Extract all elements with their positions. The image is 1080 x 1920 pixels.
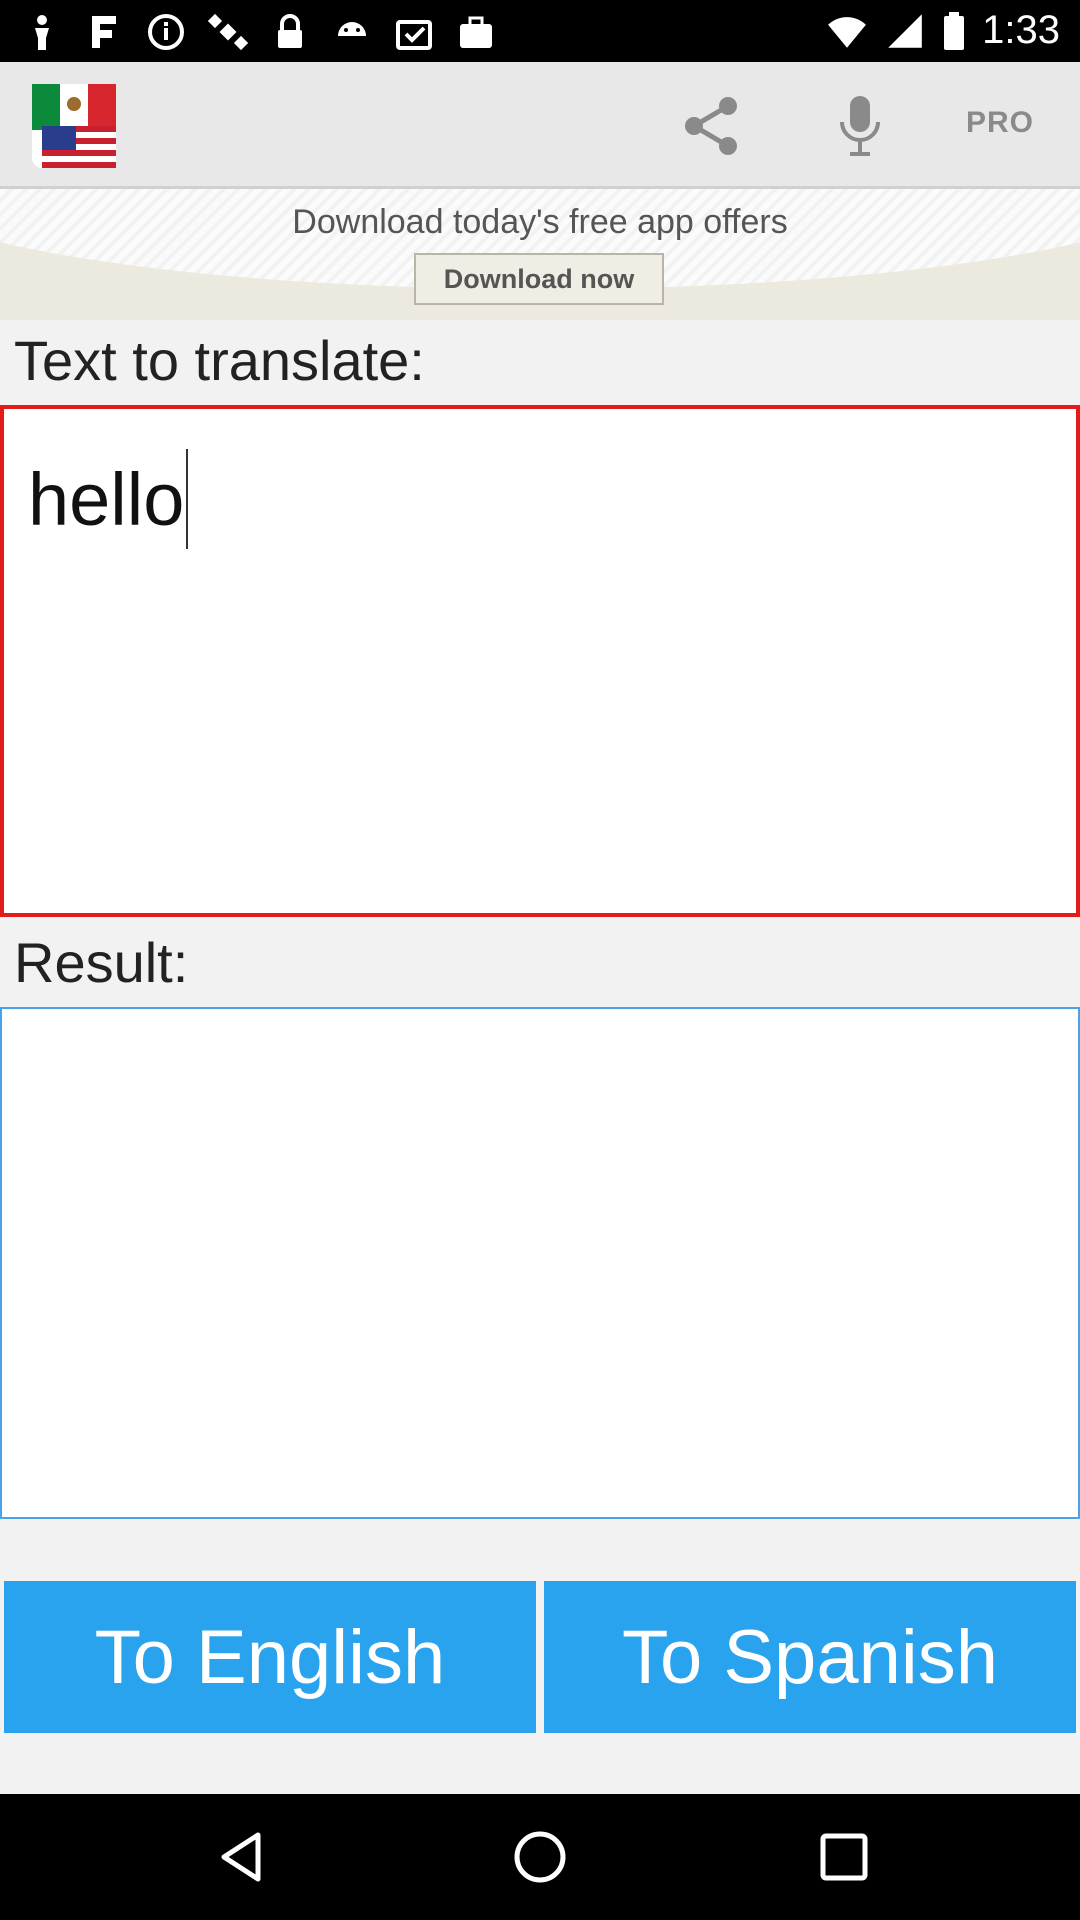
to-english-button[interactable]: To English <box>4 1581 536 1733</box>
status-right: 1:33 <box>826 8 1060 53</box>
notification-icons <box>22 12 496 52</box>
fake-gps-icon <box>92 16 116 48</box>
download-now-button[interactable]: Download now <box>414 253 664 305</box>
input-value: hello <box>28 457 185 541</box>
wifi-icon <box>828 16 867 48</box>
ad-banner[interactable]: Download today's free app offers Downloa… <box>0 189 1080 320</box>
home-icon[interactable] <box>510 1827 570 1887</box>
satellite-icon <box>208 13 248 51</box>
ad-title: Download today's free app offers <box>292 203 788 241</box>
status-bar: 1:33 <box>0 0 1080 62</box>
info-icon <box>148 14 184 50</box>
recents-icon[interactable] <box>814 1827 874 1887</box>
battery-icon <box>944 11 965 50</box>
briefcase-icon <box>460 16 492 48</box>
text-caret <box>186 449 189 549</box>
person-icon <box>35 15 49 50</box>
back-icon[interactable] <box>212 1827 272 1887</box>
android-icon <box>338 22 366 36</box>
result-label: Result: <box>14 931 189 994</box>
text-to-translate-label: Text to translate: <box>14 329 425 392</box>
lock-icon <box>278 14 302 48</box>
signal-icon <box>888 13 922 48</box>
pro-button[interactable]: PRO <box>966 106 1066 140</box>
microphone-icon[interactable] <box>838 94 882 158</box>
translate-input[interactable]: hello <box>0 405 1080 917</box>
navigation-bar <box>0 1794 1080 1920</box>
mexico-usa-flag-icon[interactable] <box>32 84 116 168</box>
app-bar: PRO <box>0 62 1080 189</box>
result-output[interactable] <box>0 1007 1080 1519</box>
to-spanish-button[interactable]: To Spanish <box>544 1581 1076 1733</box>
clipboard-check-icon <box>396 20 432 50</box>
share-icon[interactable] <box>680 94 744 158</box>
status-time: 1:33 <box>982 8 1060 52</box>
input-text-wrapper: hello <box>28 449 189 549</box>
